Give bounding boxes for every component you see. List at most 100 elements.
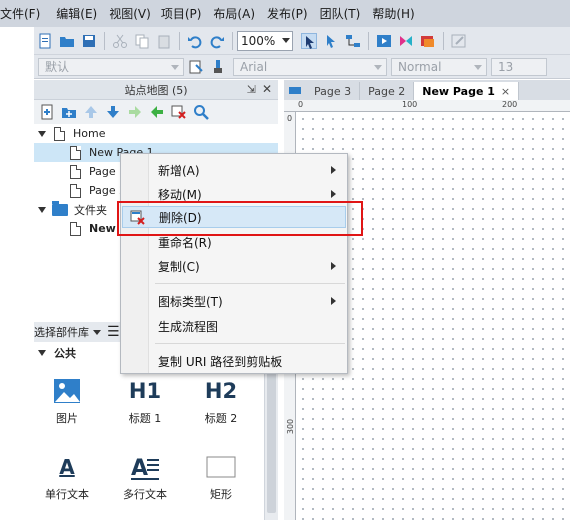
menu-edit[interactable]: 编辑(E) [56,5,103,22]
toolbar-divider [179,31,180,50]
menu-item-label: 复制(C) [158,259,200,274]
edit-icon[interactable] [451,33,467,49]
tab-page-2[interactable]: Page 2 [360,82,415,100]
brush-icon[interactable] [210,59,226,75]
cut-icon[interactable] [112,33,128,49]
rectangle-icon [186,452,256,482]
move-up-icon[interactable] [83,104,99,120]
menu-project[interactable]: 项目(P) [161,5,208,22]
category-label: 公共 [54,347,76,360]
library-scrollbar[interactable] [264,362,278,520]
expand-arrow-icon[interactable] [38,350,46,356]
widget-library: 图片 H1 标题 1 H2 标题 2 A 单行文本 A 多行文本 矩形 [34,362,278,520]
page-icon [70,145,81,160]
widget-text-field[interactable]: A 单行文本 [32,452,102,502]
widget-text-area[interactable]: A 多行文本 [110,452,180,502]
menu-publish[interactable]: 发布(P) [267,5,314,22]
pin-icon[interactable]: ⇲ [247,83,256,96]
connect-mode-icon[interactable] [323,33,339,49]
submenu-arrow-icon [331,166,336,174]
font-style-value: Normal [398,59,442,74]
hamburger-icon[interactable]: ☰ [107,324,120,340]
tree-node-label: Home [73,127,106,140]
widget-label: 标题 1 [128,412,162,425]
widget-heading-1[interactable]: H1 标题 1 [110,376,180,426]
scrollbar-thumb[interactable] [267,368,276,513]
zoom-value: 100% [241,33,276,48]
menu-item-copy[interactable]: 复制(C) [122,255,346,277]
zoom-select[interactable]: 100% [237,30,293,51]
heading-1-icon: H1 [128,379,162,403]
open-folder-icon[interactable] [59,33,75,49]
expand-arrow-icon[interactable] [38,130,46,137]
search-icon[interactable] [193,104,209,120]
sitemap-title: 站点地图 (5) [124,83,188,97]
chevron-down-icon [282,37,290,43]
indent-icon[interactable] [127,104,143,120]
connector-tool-icon[interactable] [345,33,361,49]
menu-item-add[interactable]: 新增(A) [122,159,346,181]
chevron-down-icon [474,64,482,70]
move-down-icon[interactable] [105,104,121,120]
delete-page-icon[interactable] [171,104,187,120]
chevron-down-icon[interactable] [93,329,101,335]
preview-icon[interactable] [376,33,392,49]
undo-icon[interactable] [187,33,203,49]
save-icon[interactable] [81,33,97,49]
tree-node-home[interactable]: Home [34,124,278,143]
page-icon [54,126,65,141]
tree-node-label: 文件夹 [74,203,107,217]
ruler-tick-label: 200 [502,100,518,109]
widget-label: 标题 2 [204,412,238,425]
share-icon[interactable] [398,33,414,49]
tab-new-page-1[interactable]: New Page 1 × [414,82,520,100]
tab-menu-icon[interactable] [284,82,306,100]
folder-icon [52,200,68,216]
submenu-arrow-icon [331,262,336,270]
tab-page-3[interactable]: Page 3 [306,82,361,100]
font-size-select[interactable]: 13 [491,57,547,76]
close-icon[interactable]: × [501,85,510,98]
menu-team[interactable]: 团队(T) [320,5,367,22]
select-mode-icon[interactable] [301,32,317,49]
highlight-box [117,201,363,236]
menu-help[interactable]: 帮助(H) [372,5,420,22]
main-toolbar: 100% [34,27,570,55]
horizontal-ruler: 0 100 200 [284,100,570,112]
menu-item-icon-type[interactable]: 图标类型(T) [122,290,346,312]
page-tabs: Page 3 Page 2 New Page 1 × [284,80,570,100]
tab-label: Page 3 [314,84,352,98]
copy-icon[interactable] [134,33,150,49]
format-painter-icon[interactable] [188,59,204,75]
widget-image[interactable]: 图片 [32,376,102,426]
menu-layout[interactable]: 布局(A) [213,5,261,22]
add-page-icon[interactable] [39,104,55,120]
menu-item-copy-uri[interactable]: 复制 URI 路径到剪贴板 [122,350,346,372]
new-file-icon[interactable] [37,33,53,49]
font-style-select[interactable]: Normal [391,57,487,76]
format-toolbar: 默认 Arial Normal 13 [34,55,570,79]
library-title[interactable]: 选择部件库 [34,324,89,340]
text-field-icon: A [32,452,102,482]
menu-item-generate-flowchart[interactable]: 生成流程图 [122,315,346,337]
widget-heading-2[interactable]: H2 标题 2 [186,376,256,426]
menu-item-label: 图标类型(T) [158,294,223,309]
style-preset-select[interactable]: 默认 [38,57,184,76]
menu-file[interactable]: 文件(F) [0,5,46,22]
page-icon [70,221,81,236]
close-icon[interactable]: ✕ [262,82,272,96]
generate-icon[interactable] [420,33,436,49]
toolbar-divider [232,31,233,50]
ruler-tick-label: 0 [287,114,293,123]
paste-icon[interactable] [156,33,172,49]
font-family-select[interactable]: Arial [233,57,387,76]
outdent-icon[interactable] [149,104,165,120]
expand-arrow-icon[interactable] [38,206,46,213]
menu-view[interactable]: 视图(V) [109,5,157,22]
widget-label: 矩形 [210,488,232,501]
add-folder-icon[interactable] [61,104,77,120]
redo-icon[interactable] [209,33,225,49]
menu-bar: 文件(F) 编辑(E) 视图(V) 项目(P) 布局(A) 发布(P) 团队(T… [0,0,570,27]
widget-rectangle[interactable]: 矩形 [186,452,256,502]
widget-label: 单行文本 [45,488,89,501]
